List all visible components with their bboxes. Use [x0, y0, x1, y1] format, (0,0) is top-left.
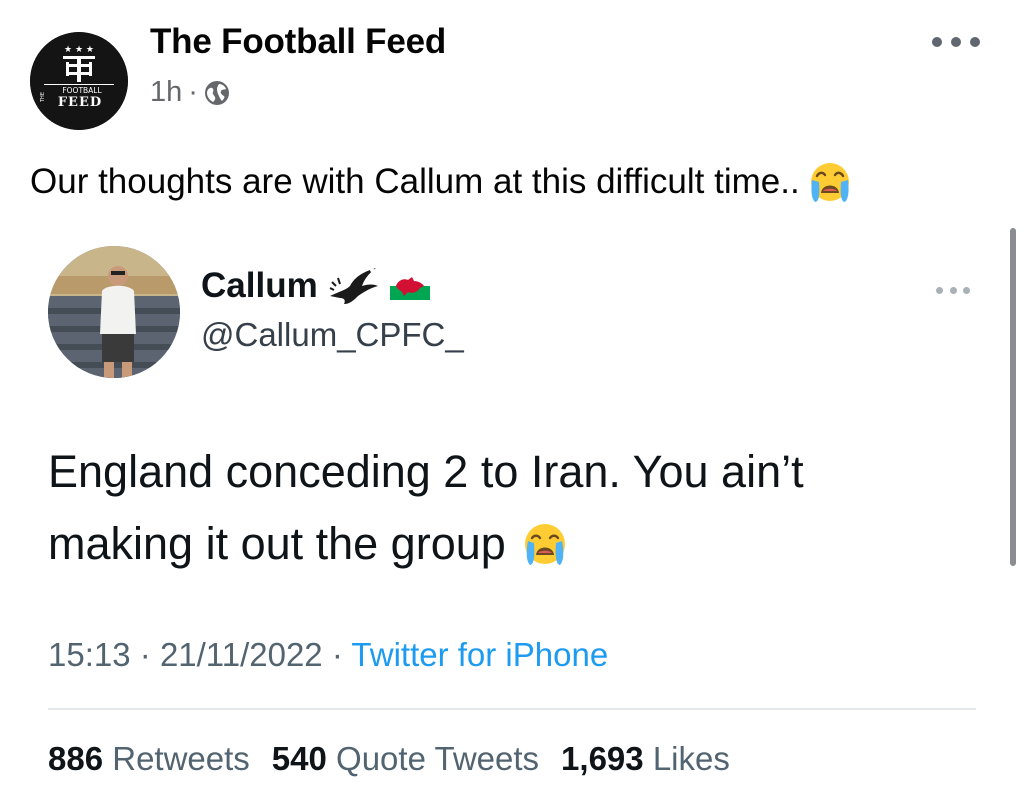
- retweets-stat[interactable]: 886 Retweets: [48, 740, 250, 778]
- more-options-button[interactable]: [932, 30, 980, 54]
- tweet-text-line-1: England conceding 2 to Iran. You ain’t: [48, 446, 804, 497]
- loudly-crying-face-icon: [522, 521, 568, 567]
- dot: [970, 37, 980, 47]
- tweet-meta: 15:13 · 21/11/2022 · Twitter for iPhone: [48, 636, 608, 674]
- tweet-handle[interactable]: @Callum_CPFC_: [201, 316, 464, 354]
- tweet-text-line: England conceding 2 to Iran. You ain’t: [48, 436, 978, 508]
- tweet-display-name[interactable]: Callum: [201, 266, 318, 306]
- page-name[interactable]: The Football Feed: [150, 22, 446, 62]
- caption-text: Our thoughts are with Callum at this dif…: [30, 162, 800, 201]
- tweet-stats: 886 Retweets 540 Quote Tweets 1,693 Like…: [48, 740, 730, 778]
- post-caption: Our thoughts are with Callum at this dif…: [30, 160, 852, 204]
- tweet-text-line-2: making it out the group: [48, 518, 506, 569]
- dot: [932, 37, 942, 47]
- tweet-text: England conceding 2 to Iran. You ain’t m…: [48, 436, 978, 580]
- tweet-author-row: Callum: [201, 266, 430, 306]
- tweet-source-link[interactable]: Twitter for iPhone: [351, 636, 608, 673]
- post-meta: 1h ·: [150, 76, 230, 109]
- post-time[interactable]: 1h: [150, 76, 182, 109]
- globe-icon[interactable]: [204, 80, 230, 106]
- logo-text-main: FEED: [58, 95, 102, 110]
- logo-text-top: FOOTBALL: [62, 86, 102, 95]
- dot: [936, 286, 943, 294]
- wales-flag-icon: [389, 272, 430, 300]
- page-avatar[interactable]: ★ ★ ★ FOOTBALL FEED THE: [30, 32, 128, 130]
- dot: [963, 286, 970, 294]
- facebook-post: ★ ★ ★ FOOTBALL FEED THE The Football Fee…: [0, 0, 1024, 809]
- quote-tweets-label: Quote Tweets: [336, 740, 540, 777]
- quote-tweets-count: 540: [271, 740, 327, 777]
- tweet-time[interactable]: 15:13: [48, 636, 131, 673]
- tweet-more-button[interactable]: [936, 284, 970, 296]
- retweets-count: 886: [48, 740, 104, 777]
- tweet-text-line: making it out the group: [48, 508, 978, 580]
- likes-label: Likes: [652, 740, 730, 777]
- likes-stat[interactable]: 1,693 Likes: [561, 740, 730, 778]
- loudly-crying-face-icon: [808, 160, 852, 204]
- eagle-icon: [328, 266, 380, 306]
- svg-text:★ ★ ★: ★ ★ ★: [64, 45, 94, 55]
- likes-count: 1,693: [561, 740, 644, 777]
- dot: [951, 37, 961, 47]
- dot: [949, 286, 957, 294]
- football-feed-logo: ★ ★ ★ FOOTBALL FEED THE: [30, 32, 128, 130]
- quote-tweets-stat[interactable]: 540 Quote Tweets: [272, 740, 539, 778]
- retweets-label: Retweets: [112, 740, 250, 777]
- tweet-author-avatar[interactable]: [48, 246, 180, 378]
- tweet-date[interactable]: 21/11/2022: [160, 636, 323, 673]
- logo-text-side: THE: [40, 92, 46, 103]
- scrollbar[interactable]: [1010, 228, 1016, 566]
- meta-separator: ·: [139, 636, 151, 673]
- meta-separator: ·: [188, 76, 198, 108]
- meta-separator: ·: [331, 636, 343, 673]
- stats-divider: [48, 708, 976, 710]
